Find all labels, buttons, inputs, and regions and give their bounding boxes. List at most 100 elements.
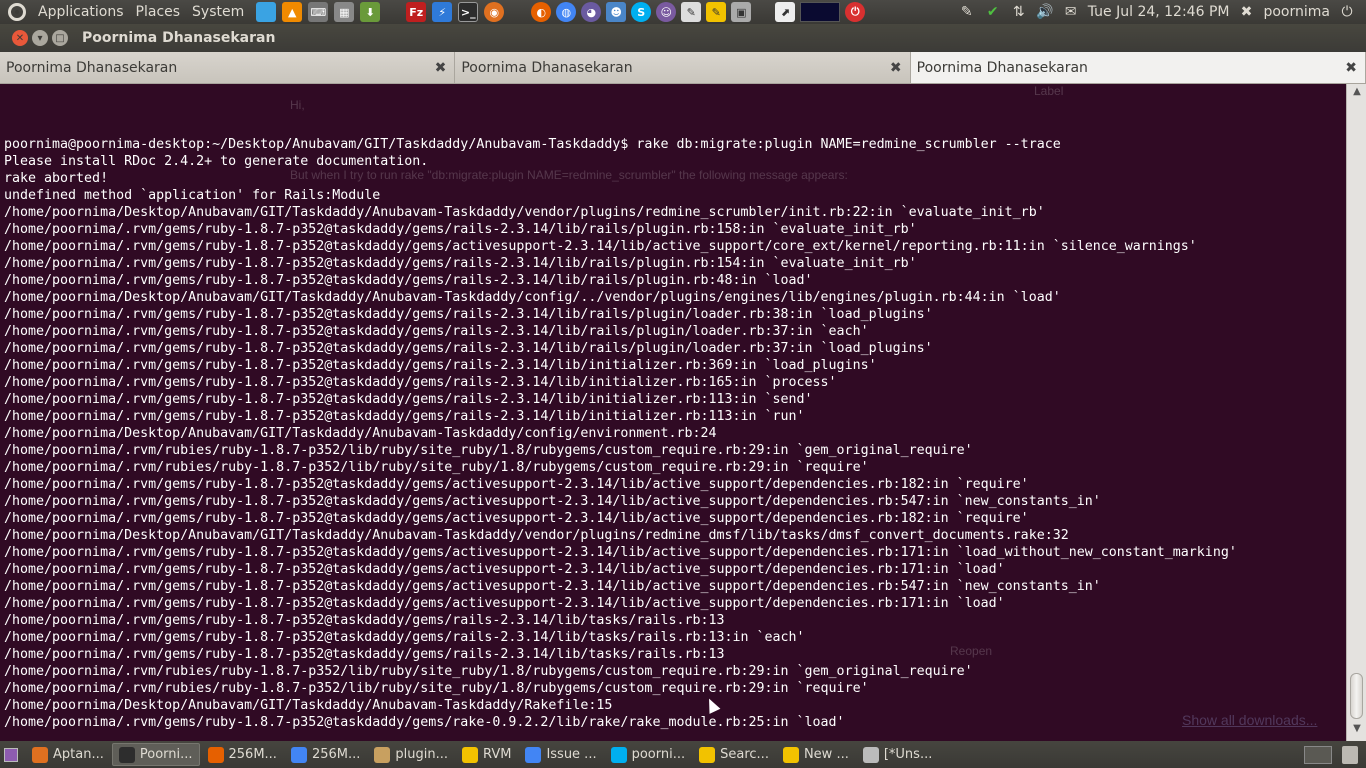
device-icon[interactable]: ▣ [731, 2, 752, 22]
taskbar-button[interactable]: Searc... [693, 743, 775, 766]
taskbar-button-label: poorni... [631, 747, 686, 762]
terminal-line: undefined method `application' for Rails… [4, 188, 381, 203]
notes-icon[interactable]: ✎ [958, 3, 976, 21]
note-icon [699, 746, 716, 763]
taskbar-button[interactable]: Issue ... [519, 743, 602, 766]
terminal-line: /home/poornima/.rvm/gems/ruby-1.8.7-p352… [4, 613, 725, 628]
places-menu[interactable]: Places [130, 4, 187, 20]
tab-close-icon[interactable]: ✖ [890, 60, 902, 76]
taskbar-button-label: plugin... [395, 747, 448, 762]
chrome-icon[interactable]: ◍ [556, 2, 577, 22]
scroll-down-arrow-icon[interactable]: ▼ [1347, 723, 1366, 739]
taskbar-button-label: Poorni... [139, 747, 193, 762]
note-icon[interactable]: ✎ [706, 2, 727, 22]
taskbar-button[interactable]: New ... [777, 743, 855, 766]
terminal-line: /home/poornima/.rvm/rubies/ruby-1.8.7-p3… [4, 460, 869, 475]
keyboard-icon[interactable]: ⌨ [308, 2, 329, 22]
taskbar-button[interactable]: poorni... [605, 743, 692, 766]
terminal-line: /home/poornima/.rvm/gems/ruby-1.8.7-p352… [4, 715, 845, 730]
ghost-icon[interactable]: ☺ [656, 2, 677, 22]
terminal-line: rake aborted! [4, 171, 109, 186]
terminal-line: /home/poornima/.rvm/gems/ruby-1.8.7-p352… [4, 222, 917, 237]
firefox-icon [207, 746, 224, 763]
volume-icon[interactable]: 🔊 [1036, 3, 1054, 21]
network-updown-icon[interactable]: ⇅ [1010, 3, 1028, 21]
window-close-button[interactable]: ✕ [12, 30, 28, 46]
main-menu: Applications Places System [0, 0, 250, 24]
system-menu[interactable]: System [186, 4, 250, 20]
swirl-icon[interactable]: ◉ [484, 2, 505, 22]
top-panel: Applications Places System ▲ ⌨ ▦ ⬇ Fz ⚡ … [0, 0, 1366, 24]
user-status-icon[interactable]: ✖ [1237, 3, 1255, 21]
terminal-line: /home/poornima/Desktop/Anubavam/GIT/Task… [4, 290, 1061, 305]
tab-1[interactable]: Poornima Dhanasekaran ✖ [0, 52, 456, 83]
vlc-icon[interactable]: ▲ [282, 2, 303, 22]
terminal-scrollbar[interactable]: ▲ ▼ [1346, 84, 1366, 741]
taskbar-button[interactable]: Aptan... [26, 743, 110, 766]
terminal-line: /home/poornima/.rvm/gems/ruby-1.8.7-p352… [4, 511, 1029, 526]
pidgin-icon[interactable]: ◕ [581, 2, 602, 22]
taskbar-button-label: Aptan... [53, 747, 104, 762]
zap-icon[interactable]: ⚡ [432, 2, 453, 22]
show-desktop-button[interactable] [4, 747, 18, 762]
window-minimize-button[interactable]: ▾ [32, 30, 48, 46]
check-shield-icon[interactable]: ✔ [984, 3, 1002, 21]
tab-2[interactable]: Poornima Dhanasekaran ✖ [455, 52, 911, 83]
terminal-line: /home/poornima/.rvm/rubies/ruby-1.8.7-p3… [4, 664, 973, 679]
filezilla-icon[interactable]: Fz [406, 2, 427, 22]
tab-close-icon[interactable]: ✖ [435, 60, 447, 76]
shutdown-icon[interactable]: ⏻ [1338, 3, 1356, 21]
taskbar-button-label: New ... [803, 747, 849, 762]
scrollbar-thumb[interactable] [1350, 673, 1363, 719]
edit-icon [862, 746, 879, 763]
tab-close-icon[interactable]: ✖ [1345, 60, 1357, 76]
taskbar-button[interactable]: 256M... [202, 743, 283, 766]
window-titlebar[interactable]: ✕ ▾ □ Poornima Dhanasekaran [0, 24, 1366, 52]
skype-icon [610, 746, 627, 763]
tab-3[interactable]: Poornima Dhanasekaran ✖ [910, 52, 1366, 83]
terminal-line: /home/poornima/Desktop/Anubavam/GIT/Task… [4, 205, 1045, 220]
firefox-icon[interactable]: ◐ [531, 2, 552, 22]
terminal-line: /home/poornima/.rvm/gems/ruby-1.8.7-p352… [4, 630, 805, 645]
taskbar-button[interactable]: plugin... [368, 743, 454, 766]
cube-icon[interactable] [256, 2, 277, 22]
username[interactable]: poornima [1263, 4, 1330, 20]
taskbar-button-label: Searc... [720, 747, 769, 762]
terminal-output[interactable]: poornima@poornima-desktop:~/Desktop/Anub… [4, 136, 1344, 731]
network-monitor[interactable] [800, 2, 841, 22]
tab-label: Poornima Dhanasekaran [461, 59, 633, 76]
workspace-switcher[interactable] [1304, 745, 1332, 764]
ubuntu-logo-icon[interactable] [8, 3, 26, 21]
trash-icon[interactable] [1342, 745, 1358, 764]
clock[interactable]: Tue Jul 24, 12:46 PM [1088, 4, 1230, 20]
calculator-icon[interactable]: ▦ [334, 2, 355, 22]
window-maximize-button[interactable]: □ [52, 30, 68, 46]
bottom-taskbar: Aptan... Poorni... 256M... 256M... plugin...… [0, 741, 1366, 768]
taskbar-button[interactable]: [*Uns... [857, 743, 939, 766]
screenshot-icon[interactable]: ⬈ [775, 2, 796, 22]
power-off-icon[interactable]: ⏻ [845, 2, 866, 22]
status-area: ✎ ✔ ⇅ 🔊 ✉ Tue Jul 24, 12:46 PM ✖ poornim… [958, 3, 1366, 21]
terminal-view[interactable]: Hi, But when I try to run rake "db:migra… [0, 84, 1366, 741]
terminal-tabs: Poornima Dhanasekaran ✖ Poornima Dhanase… [0, 52, 1366, 84]
taskbar-button[interactable]: Poorni... [111, 743, 200, 766]
taskbar-button[interactable]: RVM [456, 743, 517, 766]
ghost-label: Label [1034, 84, 1064, 98]
folder-icon [374, 746, 391, 763]
applications-menu[interactable]: Applications [32, 4, 130, 20]
taskbar-right [1304, 745, 1366, 764]
people-icon[interactable]: ☻ [606, 2, 627, 22]
download-icon[interactable]: ⬇ [360, 2, 381, 22]
mail-icon[interactable]: ✉ [1062, 3, 1080, 21]
terminal-icon[interactable]: >_ [458, 2, 479, 22]
taskbar-button[interactable]: 256M... [285, 743, 366, 766]
taskbar-button-label: 256M... [228, 747, 277, 762]
skype-icon[interactable]: S [631, 2, 652, 22]
edit-icon[interactable]: ✎ [681, 2, 702, 22]
terminal-line: /home/poornima/Desktop/Anubavam/GIT/Task… [4, 426, 717, 441]
terminal-line: Please install RDoc 2.4.2+ to generate d… [4, 154, 429, 169]
scroll-up-arrow-icon[interactable]: ▲ [1347, 86, 1366, 102]
terminal-line: /home/poornima/.rvm/gems/ruby-1.8.7-p352… [4, 273, 813, 288]
terminal-line: /home/poornima/.rvm/rubies/ruby-1.8.7-p3… [4, 681, 869, 696]
terminal-line: /home/poornima/.rvm/gems/ruby-1.8.7-p352… [4, 324, 869, 339]
